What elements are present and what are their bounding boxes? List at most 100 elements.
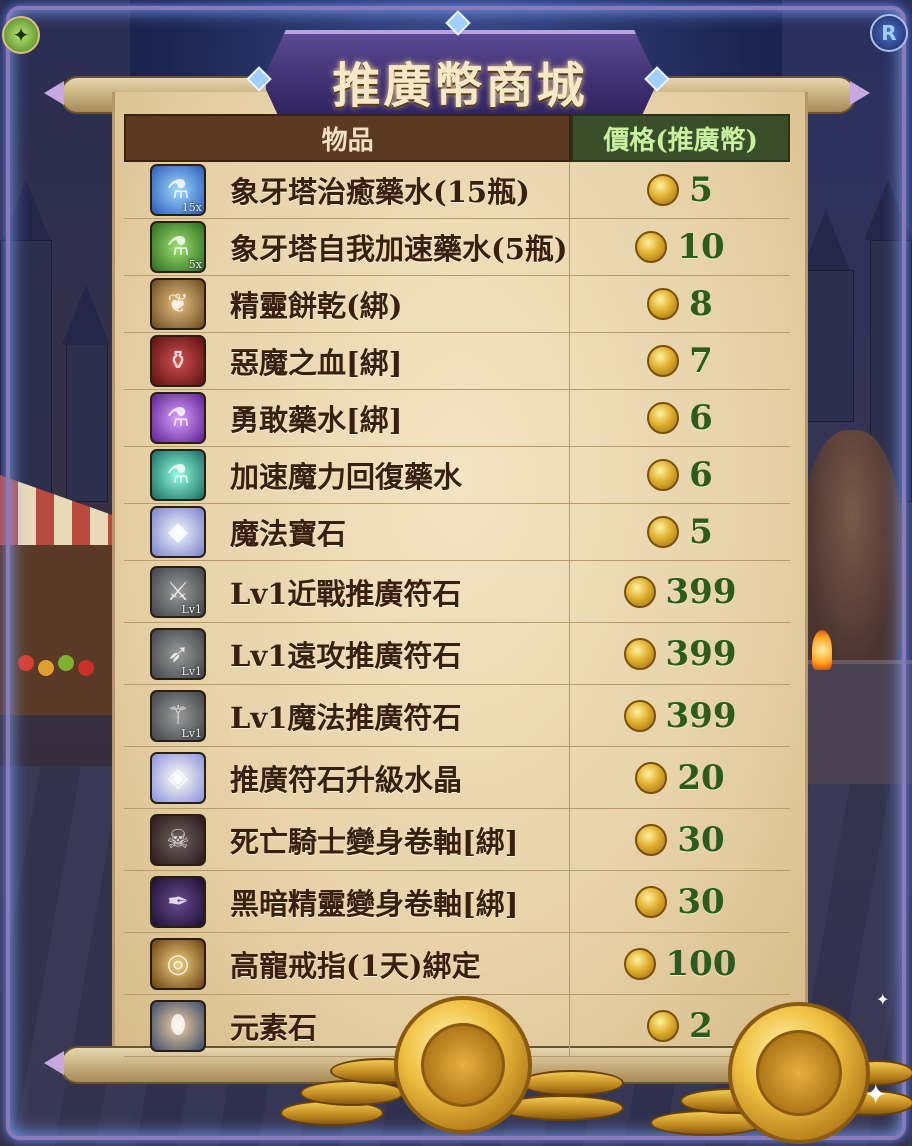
page-title: 推廣幣商城 <box>332 58 588 114</box>
item-price: 5 <box>689 512 713 552</box>
dark-elf-scroll-icon: ✒ <box>150 875 206 928</box>
ranged-rune-icon: ➶ Lv1 <box>150 627 206 680</box>
item-name: 魔法寶石 <box>230 517 347 551</box>
item-cell: ☠ 死亡騎士變身卷軸[綁] <box>124 809 570 870</box>
table-row[interactable]: ✒ 黑暗精靈變身卷軸[綁] 30 <box>124 871 790 933</box>
coin-icon <box>635 231 668 263</box>
item-cell: ◈ 推廣符石升級水晶 <box>124 747 570 808</box>
rune-r-icon: R <box>870 14 908 52</box>
table-row[interactable]: ⚗ 15x 象牙塔治癒藥水(15瓶) 5 <box>124 162 790 219</box>
item-price: 30 <box>677 881 725 922</box>
table-header: 物品 價格(推廣幣) <box>124 114 790 162</box>
price-cell: 6 <box>570 447 790 503</box>
table-row[interactable]: ☠ 死亡騎士變身卷軸[綁] 30 <box>124 809 790 871</box>
coin-icon <box>623 637 656 670</box>
rod-tip-left-bottom <box>44 1051 64 1075</box>
item-name: 推廣符石升級水晶 <box>230 762 463 797</box>
death-knight-scroll-icon: ☠ <box>150 813 206 866</box>
price-cell: 6 <box>570 390 790 446</box>
item-price: 6 <box>689 398 713 438</box>
item-name: 勇敢藥水[綁] <box>230 403 403 437</box>
item-name: 元素石 <box>230 1010 318 1045</box>
item-price: 2 <box>689 1005 713 1046</box>
table-row[interactable]: ⚱ 惡魔之血[綁] 7 <box>124 333 790 390</box>
table-row[interactable]: ❦ 精靈餅乾(綁) 8 <box>124 276 790 333</box>
coin-icon <box>647 402 680 434</box>
elf-emblem-icon: ✦ <box>2 16 40 54</box>
price-cell: 30 <box>570 809 790 870</box>
price-cell: 20 <box>570 747 790 808</box>
price-cell: 399 <box>570 685 790 746</box>
coin-icon <box>635 885 668 918</box>
item-price: 8 <box>689 284 713 324</box>
coin-icon <box>635 761 668 794</box>
table-row[interactable]: ⚔ Lv1 Lv1近戰推廣符石 399 <box>124 561 790 623</box>
item-price: 100 <box>665 943 737 984</box>
item-cell: ⚗ 5x 象牙塔自我加速藥水(5瓶) <box>124 219 570 275</box>
column-header-item: 物品 <box>124 114 572 162</box>
item-quantity-badge: Lv1 <box>181 664 202 678</box>
item-quantity-badge: Lv1 <box>181 602 202 616</box>
demon-blood-icon: ⚱ <box>150 335 206 387</box>
rod-tip-right <box>850 81 870 105</box>
table-row[interactable]: ◎ 高寵戒指(1天)綁定 100 <box>124 933 790 995</box>
item-price: 399 <box>665 695 737 736</box>
coin-stack <box>520 1070 624 1096</box>
coin-icon <box>647 459 680 491</box>
magic-gem-icon: ◆ <box>150 506 206 558</box>
price-cell: 30 <box>570 871 790 932</box>
coin-icon <box>647 1009 680 1042</box>
item-cell: ⚗ 勇敢藥水[綁] <box>124 390 570 446</box>
item-name: Lv1魔法推廣符石 <box>230 700 462 735</box>
lion-coin-icon <box>394 996 532 1134</box>
table-row[interactable]: ⚗ 5x 象牙塔自我加速藥水(5瓶) 10 <box>124 219 790 276</box>
green-potion-icon: ⚗ 5x <box>150 221 206 273</box>
item-price: 10 <box>677 227 725 267</box>
ring-icon: ◎ <box>150 937 206 990</box>
table-row[interactable]: ◆ 魔法寶石 5 <box>124 504 790 561</box>
item-price: 5 <box>689 170 713 210</box>
item-name: 惡魔之血[綁] <box>230 346 403 380</box>
item-price: 7 <box>689 341 713 381</box>
price-cell: 10 <box>570 219 790 275</box>
column-header-price: 價格(推廣幣) <box>571 114 790 162</box>
sparkle-icon: ✦ <box>876 990 890 1009</box>
table-row[interactable]: ⚗ 加速魔力回復藥水 6 <box>124 447 790 504</box>
coin-icon <box>623 947 656 980</box>
shop-table: 物品 價格(推廣幣) ⚗ 15x 象牙塔治癒藥水(15瓶) 5 ⚗ 5x 象牙塔自我加速藥水… <box>124 114 790 1057</box>
item-name: 加速魔力回復藥水 <box>230 460 463 494</box>
item-cell: ⚚ Lv1 Lv1魔法推廣符石 <box>124 685 570 746</box>
item-name: 象牙塔治癒藥水(15瓶) <box>230 175 530 209</box>
item-price: 20 <box>677 757 725 798</box>
price-cell: 5 <box>570 162 790 218</box>
price-cell: 7 <box>570 333 790 389</box>
item-cell: ⚱ 惡魔之血[綁] <box>124 333 570 389</box>
purple-potion-icon: ⚗ <box>150 392 206 444</box>
item-quantity-badge: 5x <box>188 258 202 271</box>
item-cell: ⚗ 加速魔力回復藥水 <box>124 447 570 503</box>
table-row[interactable]: ➶ Lv1 Lv1遠攻推廣符石 399 <box>124 623 790 685</box>
sparkle-icon: ✦ <box>864 1078 888 1111</box>
item-name: 黑暗精靈變身卷軸[綁] <box>230 886 519 921</box>
item-name: 象牙塔自我加速藥水(5瓶) <box>230 232 568 266</box>
coin-icon <box>623 699 656 732</box>
melee-rune-icon: ⚔ Lv1 <box>150 565 206 618</box>
elven-cookie-icon: ❦ <box>150 278 206 330</box>
item-cell: ⚔ Lv1 Lv1近戰推廣符石 <box>124 561 570 622</box>
table-row[interactable]: ⚚ Lv1 Lv1魔法推廣符石 399 <box>124 685 790 747</box>
table-row[interactable]: ⚗ 勇敢藥水[綁] 6 <box>124 390 790 447</box>
item-cell: ◆ 魔法寶石 <box>124 504 570 560</box>
item-name: 死亡騎士變身卷軸[綁] <box>230 824 519 859</box>
price-cell: 399 <box>570 561 790 622</box>
item-name: Lv1近戰推廣符石 <box>230 576 462 611</box>
teal-potion-icon: ⚗ <box>150 449 206 501</box>
item-price: 30 <box>677 819 725 860</box>
element-stone-icon: ⬮ <box>150 999 206 1052</box>
item-cell: ➶ Lv1 Lv1遠攻推廣符石 <box>124 623 570 684</box>
item-name: 精靈餅乾(綁) <box>230 289 403 323</box>
price-cell: 5 <box>570 504 790 560</box>
coin-icon <box>635 823 668 856</box>
table-row[interactable]: ◈ 推廣符石升級水晶 20 <box>124 747 790 809</box>
item-name: Lv1遠攻推廣符石 <box>230 638 462 673</box>
coin-icon <box>647 174 680 206</box>
